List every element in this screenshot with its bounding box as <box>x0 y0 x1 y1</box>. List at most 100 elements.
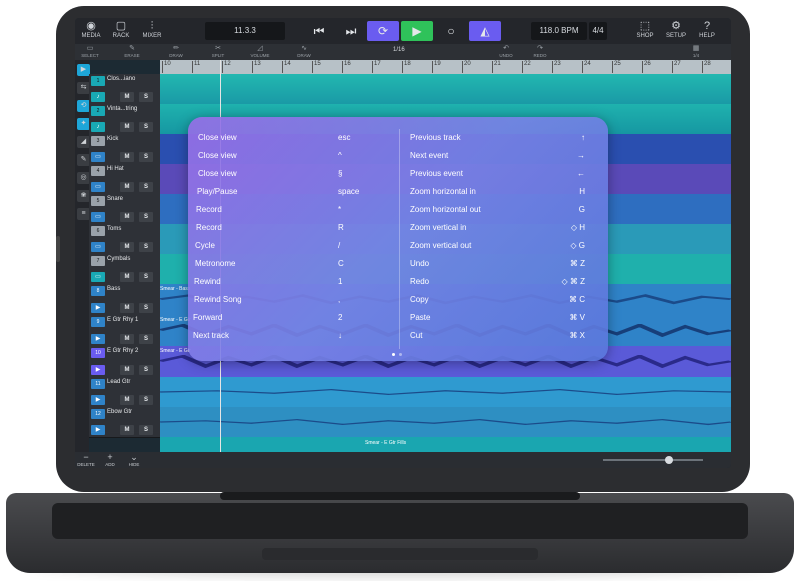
mute-button[interactable]: M <box>120 182 134 192</box>
mute-button[interactable]: M <box>120 122 134 132</box>
solo-button[interactable]: S <box>139 334 153 344</box>
redo-button[interactable]: ↷ REDO <box>525 45 555 58</box>
mute-button[interactable]: M <box>120 212 134 222</box>
undo-button[interactable]: ↶ UNDO <box>491 45 521 58</box>
shop-button[interactable]: ⬚ SHOP <box>635 20 655 42</box>
play-icon[interactable]: ▶ <box>91 365 105 375</box>
solo-button[interactable]: S <box>139 212 153 222</box>
play-icon: ▶ <box>412 24 422 38</box>
select-tool[interactable]: ▭ SELECT <box>75 45 105 58</box>
collapse-button[interactable]: ⌄ HIDE <box>125 453 143 468</box>
mute-button[interactable]: M <box>120 395 134 405</box>
solo-button[interactable]: S <box>139 122 153 132</box>
shortcut-row: Metronome C <box>195 259 344 268</box>
mute-button[interactable]: M <box>120 425 134 435</box>
media-button[interactable]: ◉ MEDIA <box>81 20 101 42</box>
mute-button[interactable]: M <box>120 152 134 162</box>
track-header[interactable]: 2 Vinta...tring ♪ M S <box>89 104 160 135</box>
track-header[interactable]: 9 E Gtr Rhy 1 ▶ M S <box>89 315 160 347</box>
erase-tool[interactable]: ✎ ERASE <box>117 45 147 58</box>
mute-button[interactable]: M <box>120 272 134 282</box>
add-track-button[interactable]: + ADD <box>101 453 119 468</box>
track-header[interactable]: 10 E Gtr Rhy 2 ▶ M S <box>89 346 160 378</box>
solo-button[interactable]: S <box>139 92 153 102</box>
slider-knob[interactable] <box>665 456 673 464</box>
rewind-button[interactable]: ⏮ <box>303 21 335 41</box>
page-indicator-active[interactable] <box>392 353 395 356</box>
rack-button[interactable]: ▢ RACK <box>111 20 131 42</box>
tempo-display[interactable]: 118.0 BPM <box>531 22 587 40</box>
track-header[interactable]: 7 Cymbals ▭ M S <box>89 254 160 285</box>
play-icon[interactable]: ▶ <box>91 303 105 313</box>
shortcut-row: Undo ⌘ Z <box>410 259 585 268</box>
play-icon[interactable]: ▶ <box>91 395 105 405</box>
drum-icon[interactable]: ▭ <box>91 272 105 282</box>
shortcut-row: Paste ⌘ V <box>410 313 585 322</box>
mute-button[interactable]: M <box>120 334 134 344</box>
track-lane[interactable]: Smear - E Gtr Fills <box>160 437 731 452</box>
media-icon: ◉ <box>86 20 96 32</box>
solo-button[interactable]: S <box>139 395 153 405</box>
volume-tool[interactable]: ◿ VOLUME <box>245 45 275 58</box>
side-toolbar: ▶ ⇆ ⟲ ✦ ◢ ✎ ◎ ❀ ≡ <box>75 60 90 452</box>
track-header[interactable]: 1 Clos...iano ♪ M S <box>89 74 160 105</box>
track-lane[interactable] <box>160 377 731 407</box>
help-icon: ? <box>703 20 711 32</box>
drum-icon[interactable]: ▭ <box>91 242 105 252</box>
page-indicator[interactable] <box>399 353 402 356</box>
solo-button[interactable]: S <box>139 152 153 162</box>
solo-button[interactable]: S <box>139 303 153 313</box>
automation-draw-tool[interactable]: ∿ DRAW <box>289 45 319 58</box>
instrument-icon[interactable]: ♪ <box>91 122 105 132</box>
loop-button[interactable]: ⟳ <box>367 21 399 41</box>
record-button[interactable]: ○ <box>435 21 467 41</box>
draw-tool[interactable]: ✏ DRAW <box>161 45 191 58</box>
erase-icon: ✎ <box>129 45 135 52</box>
solo-button[interactable]: S <box>139 365 153 375</box>
help-button[interactable]: ? HELP <box>697 20 717 42</box>
track-number: 7 <box>91 256 105 266</box>
solo-button[interactable]: S <box>139 182 153 192</box>
track-header[interactable]: 6 Toms ▭ M S <box>89 224 160 255</box>
split-tool[interactable]: ✂ SPLIT <box>203 45 233 58</box>
clip-label: Smear - Bass <box>160 286 191 292</box>
drum-icon[interactable]: ▭ <box>91 212 105 222</box>
track-lane[interactable] <box>160 407 731 437</box>
drum-icon[interactable]: ▭ <box>91 182 105 192</box>
play-button[interactable]: ▶ <box>401 21 433 41</box>
solo-button[interactable]: S <box>139 242 153 252</box>
redo-icon: ↷ <box>537 45 543 52</box>
position-display[interactable]: 11.3.3 <box>205 22 285 40</box>
quantize-selector[interactable]: 1/16 <box>393 47 405 53</box>
track-number: 11 <box>91 379 105 389</box>
track-header[interactable]: 8 Bass ▶ M S <box>89 284 160 316</box>
mixer-button[interactable]: ⫶ MIXER <box>141 20 163 42</box>
mute-button[interactable]: M <box>120 242 134 252</box>
signature-display[interactable]: 4/4 <box>589 22 607 40</box>
mute-button[interactable]: M <box>120 365 134 375</box>
solo-button[interactable]: S <box>139 425 153 435</box>
mute-button[interactable]: M <box>120 303 134 313</box>
timeline-ruler[interactable]: 10 11 12 13 14 15 16 17 18 19 20 21 22 2… <box>160 60 731 74</box>
setup-button[interactable]: ⚙ SETUP <box>665 20 687 42</box>
instrument-icon[interactable]: ♪ <box>91 92 105 102</box>
play-icon[interactable]: ▶ <box>91 334 105 344</box>
delete-track-button[interactable]: − DELETE <box>77 453 95 468</box>
shortcut-row: Previous track ↑ <box>410 133 585 142</box>
track-header[interactable]: 11 Lead Gtr ▶ M S <box>89 377 160 408</box>
grid-button[interactable]: ▦ 1/4 <box>681 45 711 58</box>
drum-icon[interactable]: ▭ <box>91 152 105 162</box>
forward-button[interactable]: ⏭ <box>335 21 367 41</box>
play-icon[interactable]: ▶ <box>91 425 105 435</box>
track-lane[interactable] <box>160 74 731 104</box>
track-header[interactable]: 5 Snare ▭ M S <box>89 194 160 225</box>
skip-forward-icon: ⏭ <box>345 24 357 38</box>
track-number: 9 <box>91 317 105 327</box>
metronome-button[interactable]: ◭ <box>469 21 501 41</box>
solo-button[interactable]: S <box>139 272 153 282</box>
track-header[interactable]: 4 Hi Hat ▭ M S <box>89 164 160 195</box>
zoom-slider[interactable] <box>603 456 703 464</box>
track-header[interactable]: 3 Kick ▭ M S <box>89 134 160 165</box>
track-header[interactable]: 12 Ebow Gtr ▶ M S <box>89 407 160 438</box>
mute-button[interactable]: M <box>120 92 134 102</box>
